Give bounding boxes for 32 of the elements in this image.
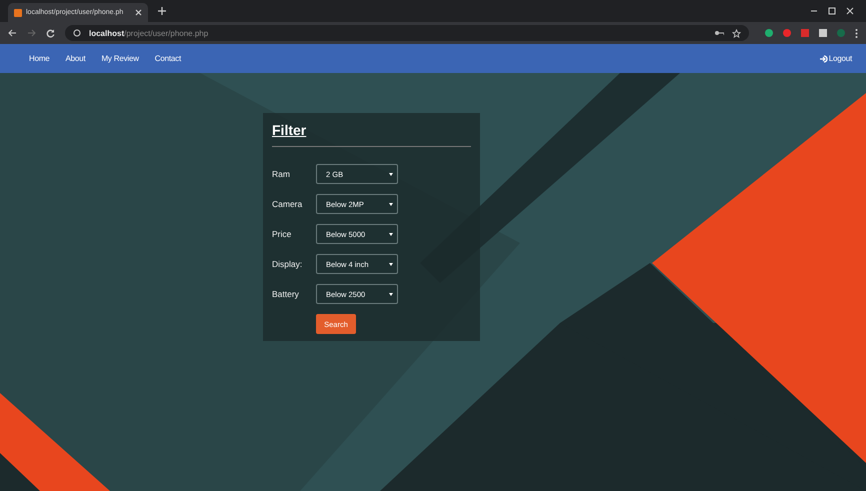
close-icon[interactable] [135, 9, 142, 16]
field-label: Camera [272, 199, 304, 209]
caret-icon [389, 232, 393, 236]
address-bar[interactable]: localhost/project/user/phone.php [65, 25, 749, 41]
logout-link[interactable]: Logout [820, 54, 852, 63]
star-icon[interactable] [732, 28, 741, 38]
close-icon[interactable] [846, 7, 854, 15]
new-tab-icon[interactable] [158, 7, 166, 15]
caret-icon [389, 202, 393, 206]
maximize-icon[interactable] [828, 7, 836, 15]
field-label: Price [272, 229, 292, 239]
logout-icon [820, 54, 828, 62]
caret-icon [389, 262, 393, 266]
nav-link[interactable]: Home [29, 54, 50, 63]
field-label: Display: [272, 259, 304, 269]
extension-icon[interactable] [765, 29, 773, 37]
field-label: Battery [272, 289, 300, 299]
filter-title: Filter [272, 122, 306, 138]
key-icon[interactable] [715, 30, 724, 36]
nav-link[interactable]: My Review [101, 54, 139, 63]
field-label: Ram [272, 169, 291, 179]
menu-icon[interactable] [855, 28, 858, 38]
url-text: localhost/project/user/phone.php [89, 28, 208, 38]
reload-icon[interactable] [46, 28, 55, 38]
nav-link[interactable]: Contact [154, 54, 181, 63]
caret-icon [389, 172, 393, 176]
info-icon [73, 29, 81, 37]
page-icon [14, 8, 22, 16]
back-icon[interactable] [8, 29, 17, 37]
caret-icon [389, 292, 393, 296]
nav-link[interactable]: About [66, 54, 86, 63]
extension-icon[interactable] [783, 29, 791, 37]
